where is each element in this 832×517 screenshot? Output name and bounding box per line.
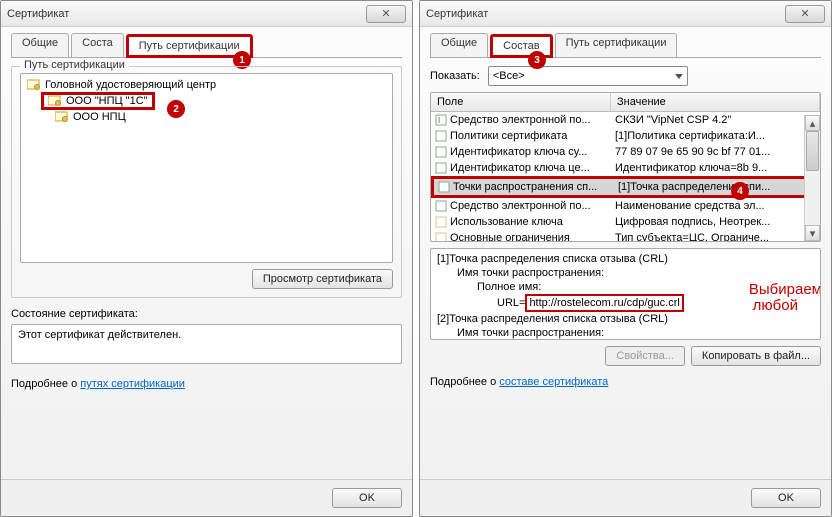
detail-line: Имя точки распространения: [437, 326, 814, 340]
status-box: Этот сертификат действителен. [11, 324, 402, 364]
table-row[interactable]: Идентификатор ключа це...Идентификатор к… [431, 160, 820, 176]
properties-button: Свойства... [605, 346, 684, 366]
detail-url-line: URL=http://rostelecom.ru/cdp/guc.crl [437, 294, 814, 312]
table-row[interactable]: Средство электронной по...Наименование с… [431, 198, 820, 214]
titlebar: Сертификат ✕ [420, 1, 831, 27]
window-body: Общие Соста Путь сертификации 1 Путь сер… [1, 27, 412, 479]
annotation-badge-3: 3 [528, 51, 546, 69]
close-button[interactable]: ✕ [785, 5, 825, 23]
scroll-up-icon[interactable]: ▴ [805, 115, 820, 131]
crl-url-1: http://rostelecom.ru/cdp/guc.crl [525, 294, 683, 312]
table-row[interactable]: iСредство электронной по...СКЗИ "VipNet … [431, 112, 820, 128]
tree-item-label: ООО "НПЦ "1С" [66, 95, 148, 107]
view-certificate-button[interactable]: Просмотр сертификата [252, 269, 393, 289]
group-legend: Путь сертификации [20, 59, 129, 71]
tree-item[interactable]: ООО НПЦ [55, 110, 386, 124]
window-title: Сертификат [426, 8, 785, 20]
table-row[interactable]: Использование ключаЦифровая подпись, Нео… [431, 214, 820, 230]
field-icon [435, 216, 447, 228]
col-field: Поле [431, 93, 611, 111]
tab-details[interactable]: Соста [71, 33, 124, 57]
tree-root-label: Головной удостоверяющий центр [45, 79, 216, 91]
tree-item-selected[interactable]: ООО "НПЦ "1С" [41, 92, 155, 110]
ok-button[interactable]: OK [751, 488, 821, 508]
tab-general[interactable]: Общие [11, 33, 69, 57]
certificate-icon [48, 95, 62, 107]
detail-line: Имя точки распространения: [437, 266, 814, 280]
close-button[interactable]: ✕ [366, 5, 406, 23]
details-buttons: Свойства... Копировать в файл... [430, 346, 821, 366]
chevron-down-icon [675, 74, 683, 79]
titlebar: Сертификат ✕ [1, 1, 412, 27]
more-link[interactable]: составе сертификата [499, 376, 608, 388]
table-row[interactable]: Политики сертификата[1]Политика сертифик… [431, 128, 820, 144]
status-label: Состояние сертификата: [11, 308, 402, 320]
dialog-footer: OK [1, 479, 412, 516]
table-row[interactable]: Основные ограниченияТип субъекта=ЦС, Огр… [431, 230, 820, 242]
close-icon: ✕ [800, 7, 809, 20]
table-header: Поле Значение [431, 93, 820, 112]
field-icon [438, 181, 450, 193]
tab-strip: Общие Состав Путь сертификации 3 [430, 33, 821, 58]
col-value: Значение [611, 93, 820, 111]
svg-text:i: i [438, 114, 440, 126]
certificate-window-right: Сертификат ✕ Общие Состав Путь сертифика… [419, 0, 832, 517]
table-body: iСредство электронной по...СКЗИ "VipNet … [431, 112, 820, 242]
cert-path-tree[interactable]: Головной удостоверяющий центр ООО "НПЦ "… [20, 73, 393, 263]
certificate-icon [27, 79, 41, 91]
tab-general[interactable]: Общие [430, 33, 488, 57]
show-label: Показать: [430, 70, 480, 82]
certificate-window-left: Сертификат ✕ Общие Соста Путь сертификац… [0, 0, 413, 517]
tree-item-label: ООО НПЦ [73, 111, 126, 123]
field-icon [435, 130, 447, 142]
scroll-down-icon[interactable]: ▾ [805, 225, 820, 241]
table-row-selected[interactable]: Точки распространения сп...[1]Точка расп… [431, 176, 820, 198]
certification-path-group: Путь сертификации Головной удостоверяющи… [11, 66, 402, 298]
annotation-badge-2: 2 [167, 100, 185, 118]
field-icon [435, 200, 447, 212]
more-link[interactable]: путях сертификации [80, 378, 185, 390]
detail-line: [1]Точка распределения списка отзыва (CR… [437, 252, 814, 266]
field-icon [435, 232, 447, 242]
show-dropdown[interactable]: <Все> [488, 66, 688, 86]
more-prefix: Подробнее о [430, 376, 499, 388]
scroll-thumb[interactable] [806, 131, 819, 171]
more-prefix: Подробнее о [11, 378, 80, 390]
more-info: Подробнее о составе сертификата [430, 376, 821, 388]
show-value: <Все> [493, 70, 525, 82]
field-icon [435, 162, 447, 174]
scrollbar[interactable]: ▴ ▾ [804, 115, 820, 241]
more-info: Подробнее о путях сертификации [11, 378, 402, 390]
field-icon [435, 146, 447, 158]
ok-button[interactable]: OK [332, 488, 402, 508]
show-row: Показать: <Все> [430, 66, 821, 86]
table-row[interactable]: Идентификатор ключа су...77 89 07 9e 65 … [431, 144, 820, 160]
fields-table[interactable]: Поле Значение iСредство электронной по..… [430, 92, 821, 242]
detail-line: [2]Точка распределения списка отзыва (CR… [437, 312, 814, 326]
window-body: Общие Состав Путь сертификации 3 Показат… [420, 27, 831, 479]
close-icon: ✕ [381, 7, 390, 20]
field-icon: i [435, 114, 447, 126]
window-title: Сертификат [7, 8, 366, 20]
detail-line: Полное имя: [437, 280, 814, 294]
status-text: Этот сертификат действителен. [18, 329, 181, 341]
annotation-badge-4: 4 [731, 182, 749, 200]
tree-root[interactable]: Головной удостоверяющий центр [27, 78, 386, 92]
copy-to-file-button[interactable]: Копировать в файл... [691, 346, 821, 366]
certificate-icon [55, 111, 69, 123]
tab-certification-path[interactable]: Путь сертификации [555, 33, 678, 57]
field-details[interactable]: [1]Точка распределения списка отзыва (CR… [430, 248, 821, 340]
tab-strip: Общие Соста Путь сертификации 1 [11, 33, 402, 58]
dialog-footer: OK [420, 479, 831, 516]
